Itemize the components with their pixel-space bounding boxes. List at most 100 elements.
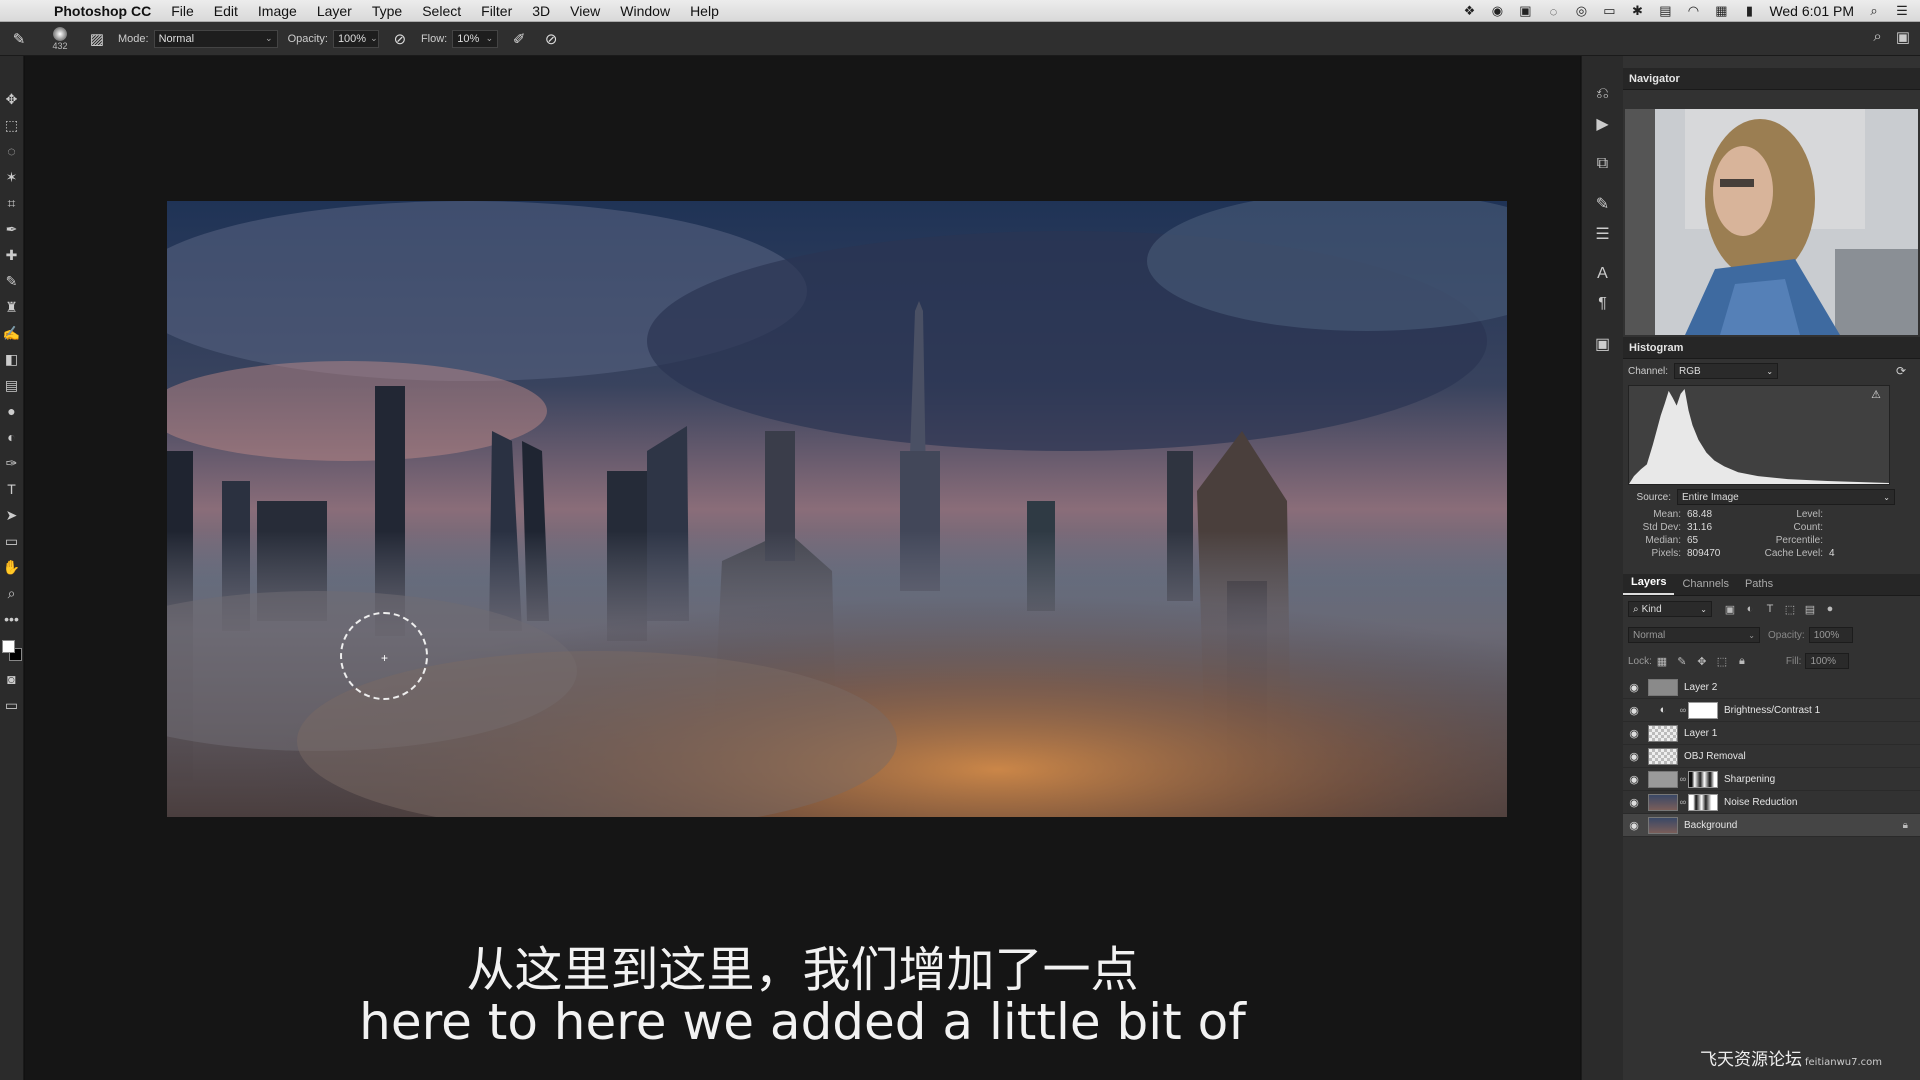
menu-edit[interactable]: Edit bbox=[204, 3, 248, 19]
pressure-size-icon[interactable]: ⊘ bbox=[540, 28, 562, 50]
menu-file[interactable]: File bbox=[161, 3, 204, 19]
pen-tool-icon[interactable]: ✑ bbox=[1, 450, 23, 476]
tab-channels[interactable]: Channels bbox=[1674, 578, 1736, 595]
clone-source-icon[interactable]: ⧉ bbox=[1588, 150, 1618, 178]
fill-field[interactable]: 100% bbox=[1805, 653, 1850, 669]
history-brush-tool-icon[interactable]: ✍ bbox=[1, 320, 23, 346]
eyedropper-tool-icon[interactable]: ✒ bbox=[1, 216, 23, 242]
search-icon[interactable]: ⌕ bbox=[1873, 28, 1881, 46]
eye-icon[interactable]: ◉ bbox=[1623, 819, 1645, 832]
app-menu[interactable]: Photoshop CC bbox=[44, 3, 161, 19]
adjustments-icon[interactable]: ☰ bbox=[1588, 220, 1618, 248]
tab-layers[interactable]: Layers bbox=[1623, 576, 1675, 595]
menu-clock[interactable]: Wed 6:01 PM bbox=[1769, 3, 1854, 19]
rectangle-tool-icon[interactable]: ▭ bbox=[1, 528, 23, 554]
source-dropdown[interactable]: Entire Image ⌄ bbox=[1677, 489, 1895, 505]
bluetooth-icon[interactable]: ✱ bbox=[1629, 3, 1645, 19]
adjustment-layer-filter-icon[interactable]: ◐ bbox=[1740, 603, 1760, 615]
move-tool-icon[interactable]: ✥ bbox=[1, 86, 23, 112]
sync-icon[interactable]: ◌ bbox=[1545, 4, 1561, 19]
layer-opacity-field[interactable]: 100% bbox=[1808, 627, 1853, 643]
dropbox-icon[interactable]: ❖ bbox=[1461, 3, 1477, 19]
menu-help[interactable]: Help bbox=[680, 3, 729, 19]
layer-row-selected[interactable]: ◉ Background 🔒︎ bbox=[1623, 814, 1920, 837]
path-selection-tool-icon[interactable]: ➤ bbox=[1, 502, 23, 528]
properties-panel-icon[interactable]: ▣ bbox=[1588, 330, 1618, 358]
navigator-panel-title[interactable]: Navigator bbox=[1623, 68, 1920, 90]
flow-dropdown[interactable]: 10% ⌄ bbox=[452, 29, 499, 48]
blend-mode-dropdown[interactable]: Normal ⌄ bbox=[1628, 627, 1760, 643]
brush-panel-toggle-icon[interactable]: ▨ bbox=[86, 28, 108, 50]
type-tool-icon[interactable]: T bbox=[1, 476, 23, 502]
dodge-tool-icon[interactable]: ◐ bbox=[1, 424, 23, 450]
notification-center-icon[interactable]: ☰ bbox=[1894, 3, 1910, 19]
wifi-icon[interactable]: ◠ bbox=[1685, 3, 1701, 19]
histogram-panel-title[interactable]: Histogram bbox=[1623, 337, 1920, 359]
brush-tool-icon[interactable]: ✎ bbox=[1, 268, 23, 294]
eye-icon[interactable]: ◉ bbox=[1623, 681, 1645, 694]
menu-select[interactable]: Select bbox=[412, 3, 471, 19]
brush-preset-picker[interactable]: 432 bbox=[44, 26, 76, 51]
refresh-icon[interactable]: ⟳ bbox=[1896, 364, 1906, 378]
eye-icon[interactable]: ◉ bbox=[1623, 796, 1645, 809]
foreground-color-swatch[interactable] bbox=[1, 640, 15, 653]
paragraph-panel-icon[interactable]: ¶ bbox=[1588, 290, 1618, 318]
record-icon[interactable]: ◎ bbox=[1573, 3, 1589, 19]
eye-icon[interactable]: ◉ bbox=[1623, 704, 1645, 717]
color-swatches[interactable] bbox=[1, 638, 23, 666]
brush-tool-preset-icon[interactable]: ✎ bbox=[8, 28, 30, 50]
healing-brush-tool-icon[interactable]: ✚ bbox=[1, 242, 23, 268]
clone-stamp-tool-icon[interactable]: ♜ bbox=[1, 294, 23, 320]
opacity-dropdown[interactable]: 100% ⌄ bbox=[332, 29, 379, 48]
lock-transparency-icon[interactable]: ▦ bbox=[1652, 655, 1672, 668]
shape-layer-filter-icon[interactable]: ⬚ bbox=[1780, 603, 1800, 616]
eye-icon[interactable]: ◉ bbox=[1623, 773, 1645, 786]
airbrush-icon[interactable]: ✐ bbox=[508, 28, 530, 50]
smart-object-filter-icon[interactable]: ▤ bbox=[1800, 603, 1820, 616]
lock-all-icon[interactable]: 🔒︎ bbox=[1732, 655, 1752, 668]
blur-tool-icon[interactable]: ● bbox=[1, 398, 23, 424]
keyboard-icon[interactable]: ▤ bbox=[1657, 3, 1673, 19]
character-panel-icon[interactable]: A bbox=[1588, 260, 1618, 288]
lock-artboard-icon[interactable]: ⬚ bbox=[1712, 655, 1732, 668]
mode-dropdown[interactable]: Normal ⌄ bbox=[153, 29, 278, 48]
magic-wand-tool-icon[interactable]: ✶ bbox=[1, 164, 23, 190]
type-layer-filter-icon[interactable]: T bbox=[1760, 603, 1780, 615]
layer-row[interactable]: ◉ Layer 1 bbox=[1623, 722, 1920, 745]
airplay-icon[interactable]: ▭ bbox=[1601, 3, 1617, 19]
city-fog-photo[interactable] bbox=[167, 201, 1507, 817]
screen-record-icon[interactable]: ▣ bbox=[1517, 3, 1533, 19]
pressure-opacity-icon[interactable]: ⊘ bbox=[389, 28, 411, 50]
menu-3d[interactable]: 3D bbox=[522, 3, 560, 19]
battery-icon[interactable]: ▮ bbox=[1741, 3, 1757, 19]
layer-row[interactable]: ◉ OBJ Removal bbox=[1623, 745, 1920, 768]
lock-image-pixels-icon[interactable]: ✎ bbox=[1672, 655, 1692, 668]
creative-cloud-icon[interactable]: ◉ bbox=[1489, 3, 1505, 19]
menu-window[interactable]: Window bbox=[610, 3, 680, 19]
pixel-layer-filter-icon[interactable]: ▣ bbox=[1720, 603, 1740, 616]
history-panel-icon[interactable]: ⎌ bbox=[1588, 80, 1618, 108]
gradient-tool-icon[interactable]: ▤ bbox=[1, 372, 23, 398]
kind-filter-dropdown[interactable]: ⌕ Kind ⌄ bbox=[1628, 601, 1712, 617]
channel-dropdown[interactable]: RGB ⌄ bbox=[1674, 363, 1779, 379]
brush-settings-icon[interactable]: ✎ bbox=[1588, 190, 1618, 218]
eraser-tool-icon[interactable]: ◧ bbox=[1, 346, 23, 372]
layer-row[interactable]: ◉ ◐ ∞ Brightness/Contrast 1 bbox=[1623, 699, 1920, 722]
lasso-tool-icon[interactable]: ◌ bbox=[1, 138, 23, 164]
actions-play-icon[interactable]: ▶ bbox=[1588, 110, 1618, 138]
quick-mask-icon[interactable]: ◙ bbox=[1, 666, 23, 692]
menu-filter[interactable]: Filter bbox=[471, 3, 522, 19]
lock-position-icon[interactable]: ✥ bbox=[1692, 655, 1712, 668]
hand-tool-icon[interactable]: ✋ bbox=[1, 554, 23, 580]
marquee-tool-icon[interactable]: ⬚ bbox=[1, 112, 23, 138]
eye-icon[interactable]: ◉ bbox=[1623, 727, 1645, 740]
eye-icon[interactable]: ◉ bbox=[1623, 750, 1645, 763]
input-source-icon[interactable]: ▦ bbox=[1713, 3, 1729, 19]
tab-paths[interactable]: Paths bbox=[1737, 578, 1781, 595]
screen-mode-icon[interactable]: ▭ bbox=[1, 692, 23, 718]
crop-tool-icon[interactable]: ⌗ bbox=[1, 190, 23, 216]
more-tools-icon[interactable]: ••• bbox=[1, 606, 23, 632]
workspace-icon[interactable]: ▣ bbox=[1896, 28, 1910, 46]
menu-layer[interactable]: Layer bbox=[307, 3, 362, 19]
layer-row[interactable]: ◉ ∞ Noise Reduction bbox=[1623, 791, 1920, 814]
